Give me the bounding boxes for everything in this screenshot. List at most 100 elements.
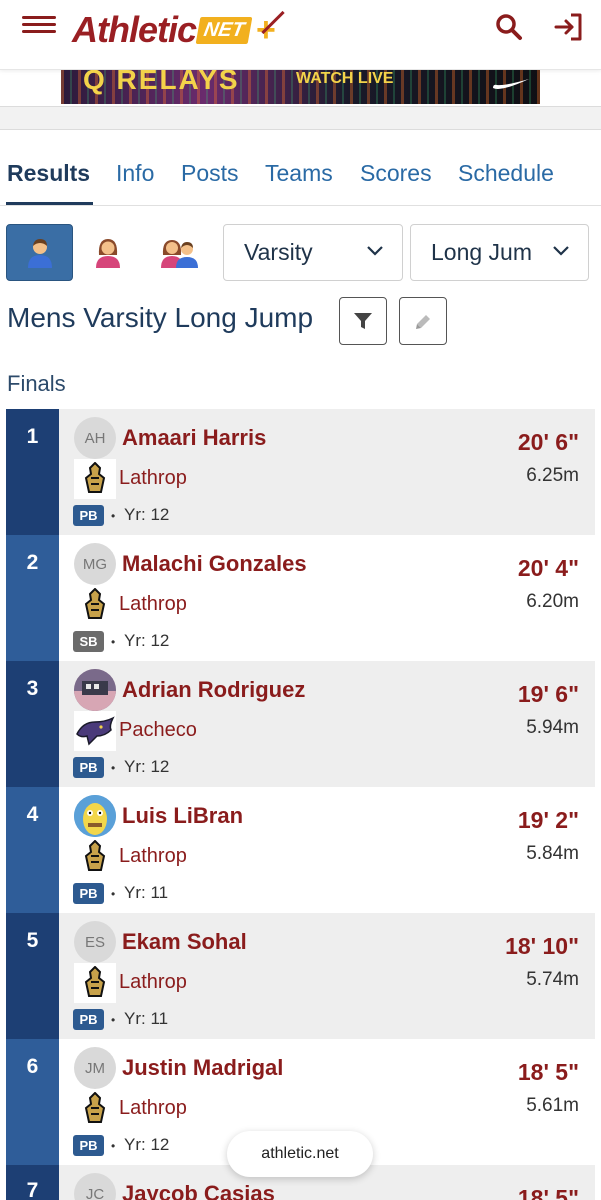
male-person-icon [27,238,52,268]
banner-watch-live: WATCH LIVE [296,70,394,87]
pb-badge: PB [73,883,104,904]
athlete-avatar[interactable]: JM [74,1047,116,1089]
tab-posts[interactable]: Posts [181,160,239,187]
gender-both-button[interactable] [146,224,213,281]
mark-metric: 6.25m [526,465,579,486]
athlete-avatar[interactable]: AH [74,417,116,459]
team-name[interactable]: Lathrop [119,971,187,994]
mark-metric: 5.61m [526,1095,579,1116]
lathrop-knight-logo-icon[interactable] [74,963,116,1003]
level-select[interactable]: Varsity [223,224,403,281]
team-name[interactable]: Lathrop [119,593,187,616]
event-select[interactable]: Long Jum [410,224,589,281]
results-list: 1 AH Amaari Harris Lathrop PB • Yr: 12 2… [6,409,595,1200]
athlete-avatar[interactable]: ES [74,921,116,963]
place-number: 2 [6,535,59,661]
separator-dot: • [111,761,116,775]
athlete-name[interactable]: Malachi Gonzales [122,551,307,577]
chevron-down-icon [553,246,569,256]
team-name[interactable]: Lathrop [119,467,187,490]
athlete-name[interactable]: Adrian Rodriguez [122,677,305,703]
mark-metric: 5.84m [526,843,579,864]
banner-title: Q RELAYS [83,70,240,95]
athlete-year: Yr: 12 [124,1135,170,1154]
mark-imperial: 20' 4" [517,555,579,581]
event-select-value: Long Jum [431,239,533,265]
place-number: 5 [6,913,59,1039]
result-row[interactable]: 1 AH Amaari Harris Lathrop PB • Yr: 12 2… [6,409,595,535]
athlete-year: Yr: 12 [124,505,170,524]
mark-imperial: 19' 2" [517,807,579,833]
swoosh-logo-icon [493,79,529,89]
chevron-down-icon [367,246,383,256]
separator-dot: • [111,509,116,523]
logo-wordmark: Athletic [72,9,197,50]
athlete-name[interactable]: Justin Madrigal [122,1055,283,1081]
place-number: 3 [6,661,59,787]
result-row[interactable]: 3 Adrian Rodriguez Pacheco PB • Yr: 12 1… [6,661,595,787]
separator-dot: • [111,887,116,901]
lathrop-knight-logo-icon[interactable] [74,837,116,877]
mark-imperial: 20' 6" [517,429,579,455]
logo-plus-mark: + [256,11,276,49]
team-name[interactable]: Lathrop [119,1097,187,1120]
meet-tabs: Results Info Posts Teams Scores Schedule [0,150,601,206]
mark-metric: 5.94m [526,717,579,738]
place-number: 1 [6,409,59,535]
search-icon[interactable] [494,12,524,42]
mark-imperial: 18' 10" [505,933,579,959]
athletic-net-logo[interactable]: Athletic NET + [72,8,276,52]
athlete-year: Yr: 12 [124,631,170,650]
athlete-name[interactable]: Ekam Sohal [122,929,247,955]
top-app-bar: Athletic NET + [0,0,601,70]
lathrop-knight-logo-icon[interactable] [74,585,116,625]
lathrop-knight-logo-icon[interactable] [74,459,116,499]
tab-results[interactable]: Results [7,160,90,187]
both-genders-icon [160,239,198,268]
header-divider [0,106,601,130]
mark-imperial: 19' 6" [517,681,579,707]
highlighter-icon [416,315,430,329]
mark-imperial: 18' 5" [517,1059,579,1085]
tab-scores[interactable]: Scores [360,160,432,187]
sign-in-icon[interactable] [552,10,586,44]
athlete-name[interactable]: Amaari Harris [122,425,266,451]
result-row[interactable]: 5 ES Ekam Sohal Lathrop PB • Yr: 11 18' … [6,913,595,1039]
place-number: 6 [6,1039,59,1165]
lathrop-knight-logo-icon[interactable] [74,1089,116,1129]
athlete-year: Yr: 11 [124,1009,169,1028]
site-url-pill[interactable]: athletic.net [227,1131,373,1177]
athlete-avatar[interactable]: JC [74,1173,116,1200]
gender-male-button[interactable] [6,224,73,281]
pb-badge: PB [73,757,104,778]
menu-icon[interactable] [22,12,56,42]
highlight-button[interactable] [399,297,447,345]
result-row[interactable]: 2 MG Malachi Gonzales Lathrop SB • Yr: 1… [6,535,595,661]
round-label: Finals [7,371,66,396]
separator-dot: • [111,1013,116,1027]
athlete-avatar[interactable]: MG [74,543,116,585]
athlete-name[interactable]: Jaycob Casias [122,1181,275,1200]
mark-metric: 6.20m [526,591,579,612]
logo-net-badge: NET [195,16,253,44]
tab-schedule[interactable]: Schedule [458,160,554,187]
mark-metric: 5.74m [526,969,579,990]
pb-badge: PB [73,1009,104,1030]
team-name[interactable]: Pacheco [119,719,197,742]
filter-icon [354,313,372,329]
gender-female-button[interactable] [74,224,141,281]
tab-teams[interactable]: Teams [265,160,333,187]
athlete-year: Yr: 12 [124,757,170,776]
filter-button[interactable] [339,297,387,345]
team-name[interactable]: Lathrop [119,845,187,868]
level-select-value: Varsity [244,239,313,265]
tab-info[interactable]: Info [116,160,154,187]
athlete-photo-avatar[interactable] [74,669,116,711]
pacheco-panther-logo-icon[interactable] [74,711,116,751]
result-row[interactable]: 4 Luis LiBran Lathrop PB • Yr: 11 19' 2"… [6,787,595,913]
athlete-photo-avatar[interactable] [74,795,116,837]
athlete-year: Yr: 11 [124,883,169,902]
athlete-name[interactable]: Luis LiBran [122,803,243,829]
ad-banner[interactable]: Q RELAYS WATCH LIVE [61,70,540,104]
active-tab-indicator [6,202,93,205]
